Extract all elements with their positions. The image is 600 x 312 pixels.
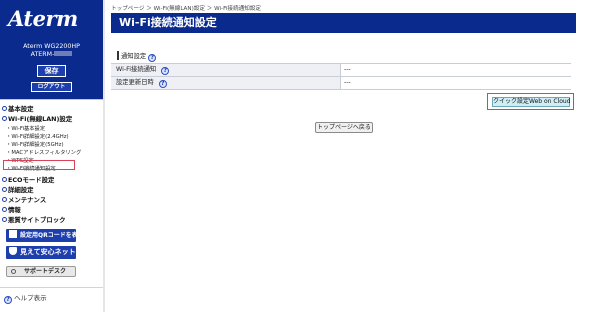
row-value: ---	[344, 79, 351, 86]
logout-button[interactable]: ログアウト	[31, 82, 72, 92]
help-icon[interactable]: ?	[148, 54, 157, 62]
menu-wifi-basic[interactable]: ・Wi-Fi基本設定	[6, 124, 45, 132]
breadcrumb[interactable]: トップページ ＞ Wi-Fi(無線LAN)設定 ＞ Wi-Fi接続通知設定	[111, 4, 261, 12]
device-id: ATERM-	[0, 51, 103, 59]
page-title: Wi-Fi接続通知設定	[111, 13, 576, 33]
section-label: 通知設定 ?	[117, 51, 157, 62]
aterm-logo: Aterm	[8, 6, 78, 31]
table-row: Wi-Fi接続通知 ? ---	[111, 64, 571, 77]
qr-icon	[9, 230, 17, 238]
menu-wifi-detail-24ghz[interactable]: ・Wi-Fi詳細設定(2.4GHz)	[6, 132, 69, 140]
sidebar-separator	[0, 287, 103, 288]
sidebar-divider	[103, 0, 105, 312]
help-icon[interactable]: ?	[158, 80, 167, 88]
category-dot-icon	[2, 177, 7, 182]
sidebar: Aterm Aterm WG2200HP ATERM- 保存 ログアウト 基本設…	[0, 0, 103, 312]
help-toggle[interactable]: ? ヘルプ表示	[4, 292, 47, 304]
menu-wifi-settings[interactable]: Wi-Fi(無線LAN)設定	[2, 114, 72, 123]
category-dot-icon	[2, 207, 7, 212]
show-qr-code-button[interactable]: 設定用QRコードを表示	[6, 229, 84, 242]
save-button[interactable]: 保存	[37, 65, 66, 77]
device-model: Aterm WG2200HP ATERM-	[0, 43, 103, 59]
menu-malicious-site-block[interactable]: 悪質サイトブロック	[2, 215, 66, 224]
section-bar	[117, 51, 119, 60]
category-dot-icon	[2, 116, 7, 121]
menu-detail-settings[interactable]: 詳細設定	[2, 185, 34, 194]
redacted-mask	[54, 51, 73, 56]
category-dot-icon	[2, 217, 7, 222]
category-dot-icon	[2, 187, 7, 192]
sidebar-header: Aterm Aterm WG2200HP ATERM- 保存 ログアウト	[0, 0, 103, 100]
menu-mac-filtering[interactable]: ・MACアドレスフィルタリング	[6, 148, 81, 156]
row-value: ---	[344, 66, 351, 73]
mieru-anshin-net-button[interactable]: 見えて安心ネット	[6, 246, 76, 259]
model-name: Aterm WG2200HP	[23, 43, 80, 50]
shield-icon	[9, 247, 17, 255]
category-dot-icon	[2, 106, 7, 111]
menu-wifi-detail-5ghz[interactable]: ・Wi-Fi詳細設定(5GHz)	[6, 140, 64, 148]
help-icon[interactable]: ?	[161, 67, 170, 75]
row-label: Wi-Fi接続通知 ?	[111, 64, 341, 76]
menu-eco-mode[interactable]: ECOモード設定	[2, 175, 54, 184]
menu-maintenance[interactable]: メンテナンス	[2, 195, 46, 204]
row-label: 設定更新日時 ?	[111, 77, 341, 89]
support-desk-button[interactable]: サポートデスク	[6, 266, 76, 277]
category-dot-icon	[2, 197, 7, 202]
quick-setting-web-cloud-button[interactable]: クイック設定Web on Cloud	[492, 97, 571, 107]
menu-info[interactable]: 情報	[2, 205, 21, 214]
table-row: 設定更新日時 ? ---	[111, 77, 571, 90]
highlight-box-menu	[3, 160, 75, 170]
back-to-top-button[interactable]: トップページへ戻る	[315, 122, 373, 133]
help-icon: ?	[4, 296, 12, 304]
menu-basic-settings[interactable]: 基本設定	[2, 104, 34, 113]
support-circle-icon	[11, 269, 16, 274]
